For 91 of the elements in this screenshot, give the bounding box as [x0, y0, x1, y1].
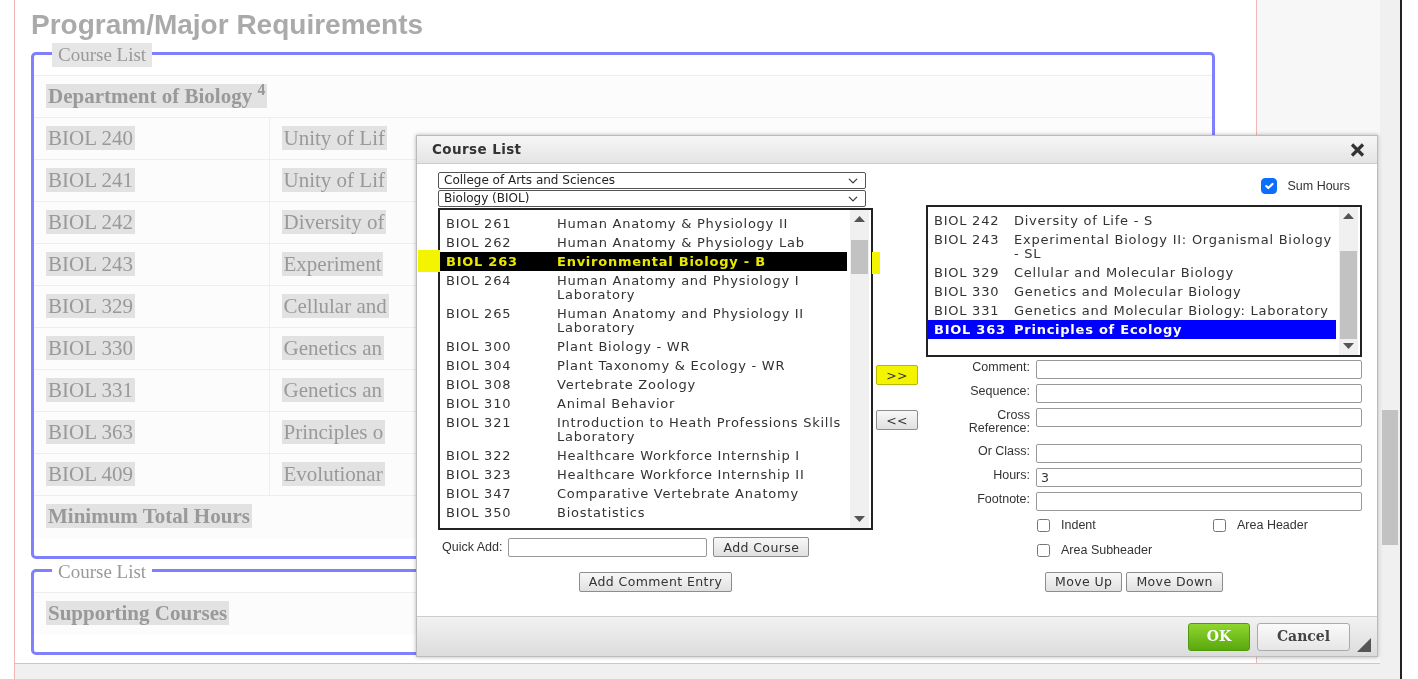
list-item[interactable]: BIOL 350 Biostatistics [440, 503, 847, 522]
text-field[interactable] [1036, 444, 1362, 463]
checkbox-label: Indent [1061, 517, 1096, 534]
remove-button[interactable]: << [876, 410, 918, 430]
fieldset-legend: Course List [52, 43, 153, 67]
course-code: BIOL 240 [46, 125, 135, 150]
scroll-thumb[interactable] [851, 240, 868, 274]
course-title: Principles o [281, 419, 386, 444]
checkbox[interactable] [1036, 518, 1051, 532]
list-item[interactable]: BIOL 363 Principles of Ecology [928, 320, 1336, 339]
list-box[interactable] [438, 208, 873, 530]
course-code: BIOL 331 [46, 377, 135, 402]
course-code: BIOL 363 [46, 419, 135, 444]
list-item[interactable]: BIOL 262 Human Anatomy & Physiology Lab [440, 233, 847, 252]
list-scrollbar[interactable] [850, 210, 869, 528]
list-item[interactable]: BIOL 323 Healthcare Workforce Internship II [440, 465, 847, 484]
close-icon[interactable] [1350, 142, 1365, 157]
list-item[interactable]: BIOL 242 Diversity of Life - S [928, 211, 1336, 230]
course-title: Unity of Lif [281, 167, 387, 192]
section-heading: Supporting Courses [46, 600, 230, 625]
list-item[interactable]: BIOL 347 Comparative Vertebrate Anatomy [440, 484, 847, 503]
list-item[interactable]: BIOL 310 Animal Behavior [440, 394, 847, 413]
move-up-button[interactable]: Move Up [1045, 571, 1123, 592]
scroll-down-icon[interactable] [854, 516, 865, 522]
course-title: Evolutionar [281, 461, 385, 486]
scroll-thumb[interactable] [1382, 410, 1398, 545]
move-down-button[interactable]: Move Down [1126, 571, 1223, 592]
page-title: Program/Major Requirements [31, 8, 425, 42]
add-course-button[interactable]: Add Course [713, 537, 810, 557]
course-title: Genetics an [281, 377, 385, 402]
highlighter-mark [418, 250, 440, 272]
page-scrollbar[interactable] [1380, 0, 1400, 679]
list-item[interactable]: BIOL 329 Cellular and Molecular Biology [928, 263, 1336, 282]
section-heading: Department of Biology $^{4}$ [46, 83, 268, 108]
list-item[interactable]: BIOL 330 Genetics and Molecular Biology [928, 282, 1336, 301]
quick-add-label: Quick Add: [442, 540, 503, 554]
checkbox-label: Area Header [1237, 517, 1308, 534]
quick-add-field[interactable] [508, 537, 708, 557]
course-code: BIOL 330 [46, 335, 135, 360]
list-item[interactable]: BIOL 261 Human Anatomy & Physiology II [440, 214, 847, 233]
list-scrollbar[interactable] [1339, 207, 1358, 355]
course-code: BIOL 241 [46, 167, 135, 192]
list-item[interactable]: BIOL 308 Vertebrate Zoology [440, 375, 847, 394]
add-comment-button[interactable]: Add Comment Entry [578, 571, 733, 592]
field-label: Cross Reference: [967, 408, 1030, 435]
text-field[interactable] [1036, 360, 1362, 379]
sum-hours-label: Sum Hours [1287, 179, 1350, 193]
cancel-button[interactable]: Cancel [1257, 622, 1350, 651]
dropdown[interactable]: College of Arts and Sciences [438, 172, 866, 189]
add-button[interactable]: >> [876, 365, 918, 385]
list-item[interactable]: BIOL 321 Introduction to Heath Professions Skills Laboratory [440, 413, 847, 446]
total-label: Minimum Total Hours [46, 504, 252, 528]
course-title: Genetics an [281, 335, 385, 360]
course-code: BIOL 242 [46, 209, 135, 234]
list-item[interactable]: BIOL 264 Human Anatomy and Physiology I Laboratory [440, 271, 847, 304]
scroll-up-icon[interactable] [1343, 213, 1354, 219]
scroll-down-icon[interactable] [1343, 343, 1354, 349]
scroll-thumb[interactable] [1340, 251, 1357, 339]
course-title: Diversity of [281, 209, 387, 234]
course-title: Unity of Lif [281, 125, 387, 150]
dialog-title: Course List [432, 140, 522, 160]
list-item[interactable]: BIOL 331 Genetics and Molecular Biology: Laboratory [928, 301, 1336, 320]
course-title: Experiment [281, 251, 384, 276]
checkbox[interactable] [1212, 518, 1227, 532]
list-item[interactable]: BIOL 304 Plant Taxonomy & Ecology - WR [440, 356, 847, 375]
field-label: Comment: [971, 360, 1030, 374]
field-label: Footnote: [976, 492, 1030, 506]
list-item[interactable]: BIOL 243 Experimental Biology II: Organismal Biology - SL [928, 230, 1336, 263]
list-item[interactable]: BIOL 300 Plant Biology - WR [440, 337, 847, 356]
text-field[interactable]: 3 [1036, 468, 1362, 487]
list-item[interactable]: BIOL 322 Healthcare Workforce Internship I [440, 446, 847, 465]
highlighter-mark [872, 252, 880, 274]
text-field[interactable] [1036, 408, 1362, 427]
field-label: Sequence: [969, 384, 1030, 398]
checkbox[interactable] [1036, 543, 1051, 557]
checkbox-label: Area Subheader [1061, 541, 1153, 559]
field-label: Hours: [992, 468, 1030, 482]
course-code: BIOL 329 [46, 293, 135, 318]
course-code: BIOL 243 [46, 251, 135, 276]
course-code: BIOL 409 [46, 461, 135, 486]
scroll-up-icon[interactable] [854, 216, 865, 222]
field-label: Or Class: [976, 444, 1030, 458]
list-item[interactable]: BIOL 265 Human Anatomy and Physiology II Laboratory [440, 304, 847, 337]
sum-hours-checkbox[interactable] [1261, 178, 1278, 194]
text-field[interactable] [1036, 492, 1362, 511]
course-title: Cellular and [281, 293, 389, 318]
resize-grip-icon[interactable] [1357, 638, 1371, 652]
dropdown[interactable]: Biology (BIOL) [438, 190, 866, 207]
list-box[interactable] [926, 205, 1362, 357]
list-item[interactable]: BIOL 263 Environmental Biology - B [440, 252, 847, 271]
text-field[interactable] [1036, 384, 1362, 403]
